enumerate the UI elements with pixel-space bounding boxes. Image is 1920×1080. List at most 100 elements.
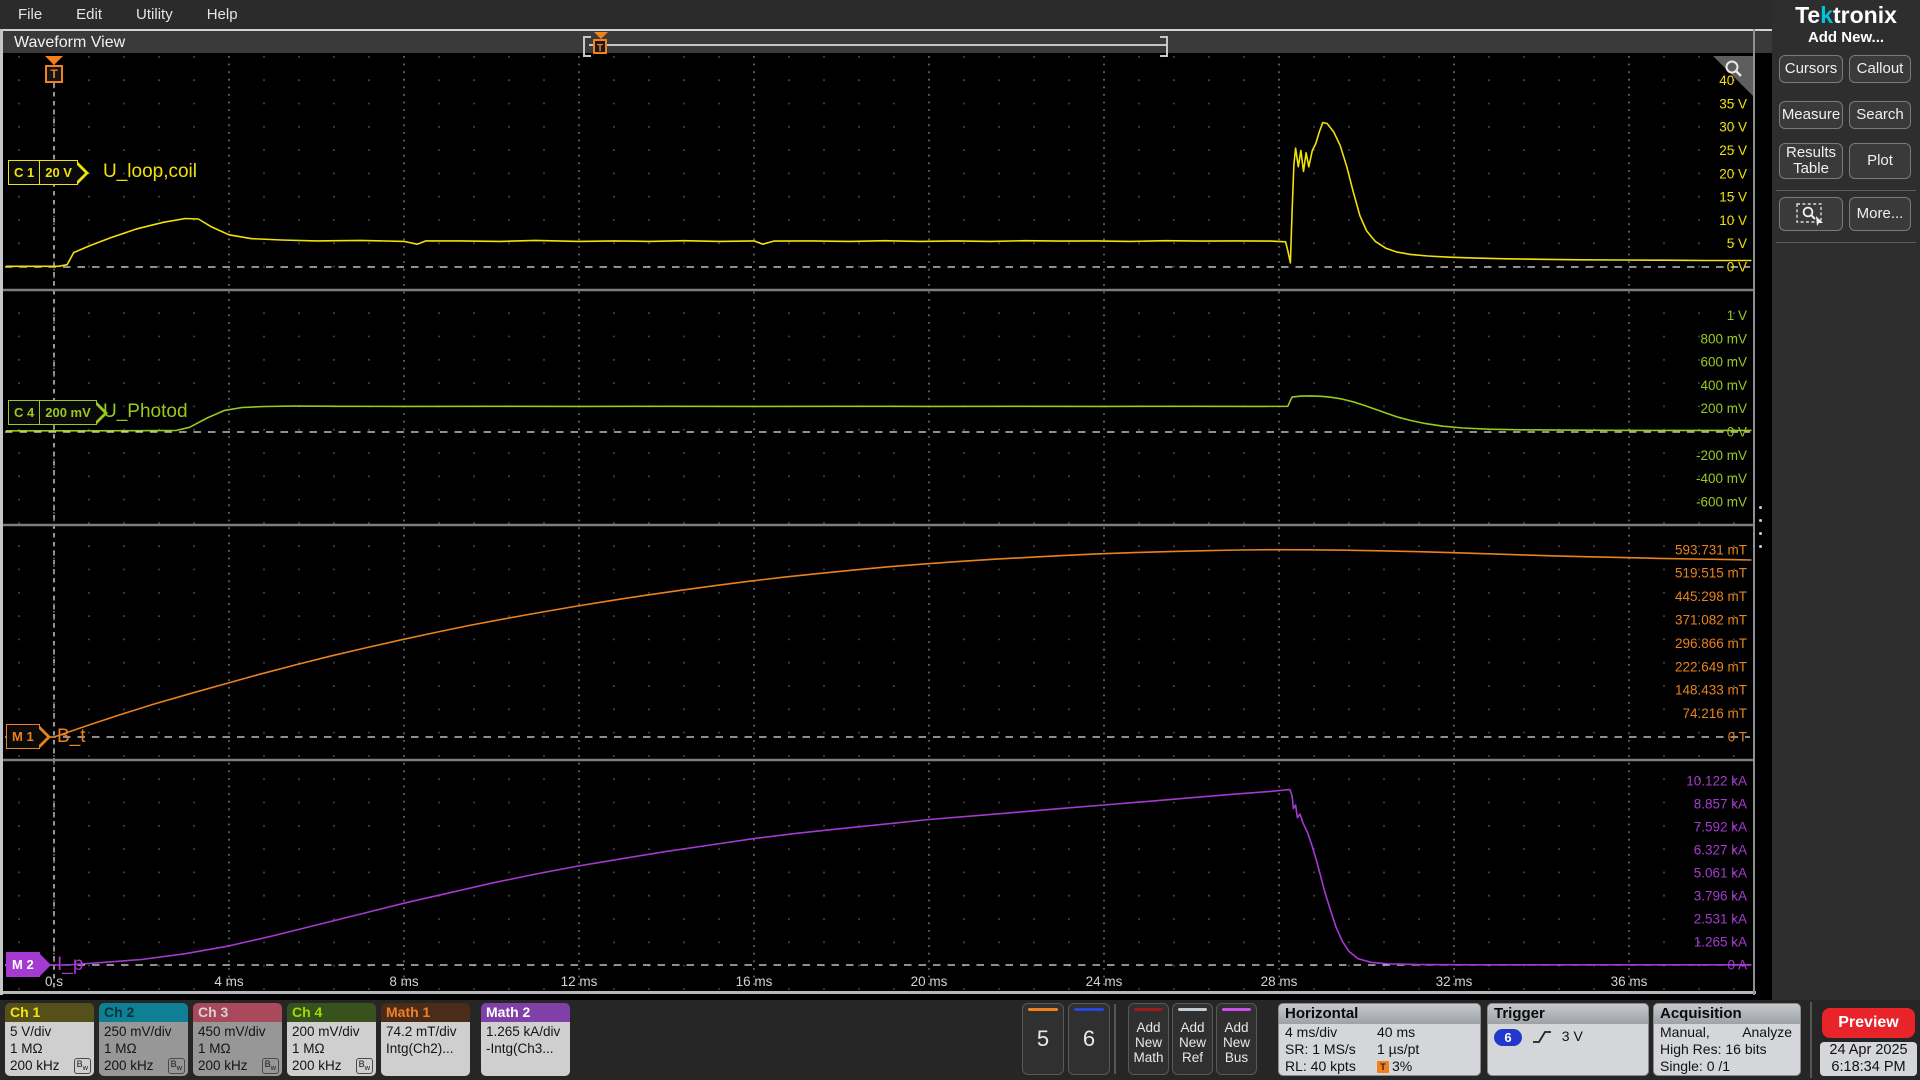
bandwidth-limit-badge: Bw bbox=[261, 1058, 279, 1074]
y-tick-label: 2.531 kA bbox=[1694, 912, 1747, 927]
channel-settings-math2[interactable]: Math 2 1.265 kA/div -Intg(Ch3... bbox=[481, 1003, 570, 1076]
channel-badge-id: M 1 bbox=[12, 729, 34, 744]
channel-setting-row: 1 MΩ bbox=[104, 1041, 137, 1056]
sidebar-divider bbox=[1776, 242, 1916, 243]
sidebar-divider bbox=[1776, 190, 1916, 191]
channel-name: Math 1 bbox=[381, 1003, 470, 1022]
trigger-source-slot-5[interactable]: 5 bbox=[1022, 1003, 1064, 1075]
button-color-stripe bbox=[1178, 1008, 1207, 1011]
results-table-button[interactable]: Results Table bbox=[1779, 143, 1843, 179]
cursors-button[interactable]: Cursors bbox=[1779, 55, 1843, 83]
trace-label-B_t: B_t bbox=[57, 726, 86, 747]
measure-button[interactable]: Measure bbox=[1779, 101, 1843, 129]
y-tick-label: 25 V bbox=[1719, 143, 1747, 158]
y-tick-label: 519.515 mT bbox=[1675, 566, 1747, 581]
trace-U_loop,coil bbox=[5, 121, 1752, 268]
horizontal-position-line bbox=[589, 44, 1166, 46]
add-new-ref-button[interactable]: Add New Ref bbox=[1172, 1003, 1213, 1075]
button-color-stripe bbox=[1134, 1008, 1163, 1011]
channel-settings-ch1[interactable]: Ch 15 V/div 1 MΩ 200 kHz Bw bbox=[5, 1003, 94, 1076]
draw-a-box-zoom-corner[interactable] bbox=[1713, 56, 1753, 96]
menu-utility[interactable]: Utility bbox=[136, 6, 173, 23]
channel-setting-row: 450 mV/div bbox=[198, 1024, 266, 1039]
plot-right-splitter[interactable] bbox=[1753, 29, 1755, 995]
menu-file[interactable]: File bbox=[18, 6, 42, 23]
waveform-view-titlebar: Waveform View T bbox=[0, 29, 1772, 57]
menu-edit[interactable]: Edit bbox=[76, 6, 102, 23]
channel-settings-ch2[interactable]: Ch 2 250 mV/div 1 MΩ 200 kHz Bw bbox=[99, 1003, 188, 1076]
y-tick-label: 15 V bbox=[1719, 190, 1747, 205]
acquisition-single-count: Single: 0 /1 bbox=[1660, 1058, 1731, 1074]
area-zoom-button[interactable] bbox=[1779, 197, 1843, 231]
slot-number: 5 bbox=[1036, 1026, 1050, 1051]
channel-badge-c4[interactable]: C 4 200 mV bbox=[8, 400, 108, 425]
channel-badge-m2[interactable]: M 2 bbox=[6, 952, 51, 977]
channel-badge-id: C 4 bbox=[9, 401, 41, 424]
plot-button[interactable]: Plot bbox=[1849, 143, 1911, 179]
x-tick-label: 24 ms bbox=[1086, 974, 1123, 989]
add-new-bus-button[interactable]: Add New Bus bbox=[1216, 1003, 1257, 1075]
trigger-source-slot-6[interactable]: 6 bbox=[1068, 1003, 1110, 1075]
slot-color-stripe bbox=[1074, 1008, 1104, 1011]
x-tick-label: 4 ms bbox=[214, 974, 244, 989]
sample-interval: 1 µs/pt bbox=[1377, 1041, 1420, 1057]
channel-badge-c1[interactable]: C 1 20 V bbox=[8, 160, 89, 185]
y-tick-label: 1 V bbox=[1727, 308, 1747, 323]
channel-badge-m1[interactable]: M 1 bbox=[6, 724, 51, 749]
trigger-arrow-icon bbox=[594, 32, 608, 39]
trigger-arrow-icon bbox=[45, 56, 63, 65]
trace-label-I_p: I_p bbox=[57, 954, 84, 975]
y-tick-label: 6.327 kA bbox=[1694, 843, 1747, 858]
x-tick-label: 32 ms bbox=[1436, 974, 1473, 989]
preview-button[interactable]: Preview bbox=[1822, 1008, 1915, 1038]
rising-edge-icon bbox=[1532, 1031, 1551, 1044]
date-time-display[interactable]: 24 Apr 2025 6:18:34 PM bbox=[1820, 1042, 1917, 1076]
channel-badge-id: C 1 bbox=[9, 161, 41, 184]
menu-help[interactable]: Help bbox=[207, 6, 238, 23]
button-label: Add New Ref bbox=[1178, 1019, 1206, 1065]
horizontal-window: 40 ms bbox=[1377, 1024, 1416, 1040]
horizontal-scale: 4 ms/div bbox=[1285, 1024, 1338, 1040]
channel-settings-ch4[interactable]: Ch 4 200 mV/div 1 MΩ 200 kHz Bw bbox=[287, 1003, 376, 1076]
y-tick-label: 371.082 mT bbox=[1675, 613, 1747, 628]
callout-button[interactable]: Callout bbox=[1849, 55, 1911, 83]
y-tick-label: 445.298 mT bbox=[1675, 589, 1747, 604]
more-button[interactable]: More... bbox=[1849, 197, 1911, 231]
channel-name: Math 2 bbox=[481, 1003, 570, 1022]
channel-scale: 200 mV bbox=[45, 405, 91, 420]
tektronix-logo: Tektronix bbox=[1795, 2, 1897, 28]
channel-badge-id: M 2 bbox=[12, 957, 34, 972]
trigger-panel[interactable]: Trigger 6 3 V bbox=[1487, 1003, 1649, 1076]
channel-settings-math1[interactable]: Math 1 74.2 mT/div Intg(Ch2)... bbox=[381, 1003, 470, 1076]
splitter-handle-dot[interactable] bbox=[1759, 506, 1762, 509]
y-tick-label: -400 mV bbox=[1696, 471, 1747, 486]
acquisition-panel[interactable]: Acquisition Manual, Analyze High Res: 16… bbox=[1653, 1003, 1801, 1076]
channel-name: Ch 3 bbox=[193, 1003, 282, 1022]
y-tick-label: 400 mV bbox=[1700, 378, 1747, 393]
y-tick-label: 10 V bbox=[1719, 213, 1747, 228]
add-new-math-button[interactable]: Add New Math bbox=[1128, 1003, 1169, 1075]
waveform-graticule[interactable]: 40 V35 V30 V25 V20 V15 V10 V5 V0 V1 V800… bbox=[0, 0, 1920, 1080]
channel-settings-ch3[interactable]: Ch 3 450 mV/div 1 MΩ 200 kHz Bw bbox=[193, 1003, 282, 1076]
trigger-level-marker[interactable]: T bbox=[44, 56, 64, 86]
channel-setting-row: 74.2 mT/div bbox=[386, 1024, 457, 1039]
add-new-heading: Add New... bbox=[1807, 29, 1885, 46]
channel-setting-row: -Intg(Ch3... bbox=[486, 1041, 554, 1056]
horizontal-panel[interactable]: Horizontal 4 ms/div 40 ms SR: 1 MS/s 1 µs/… bbox=[1278, 1003, 1481, 1076]
splitter-handle-dot[interactable] bbox=[1759, 519, 1762, 522]
date-text: 24 Apr 2025 bbox=[1829, 1042, 1908, 1058]
x-tick-label: 8 ms bbox=[389, 974, 419, 989]
trigger-source-badge: 6 bbox=[1494, 1028, 1522, 1046]
channel-setting-row: 1 MΩ bbox=[10, 1041, 43, 1056]
y-tick-label: 1.265 kA bbox=[1694, 935, 1747, 950]
button-label: Add New Bus bbox=[1222, 1019, 1250, 1065]
channel-scale: 20 V bbox=[45, 165, 72, 180]
trigger-position-percent: 3% bbox=[1392, 1058, 1413, 1074]
y-tick-label: 200 mV bbox=[1700, 401, 1747, 416]
splitter-handle-dot[interactable] bbox=[1759, 545, 1762, 548]
splitter-handle-dot[interactable] bbox=[1759, 532, 1762, 535]
search-button[interactable]: Search bbox=[1849, 101, 1911, 129]
trigger-position-indicator[interactable]: T bbox=[592, 32, 610, 56]
settings-bar-divider bbox=[1114, 1004, 1116, 1074]
time-text: 6:18:34 PM bbox=[1831, 1059, 1906, 1075]
